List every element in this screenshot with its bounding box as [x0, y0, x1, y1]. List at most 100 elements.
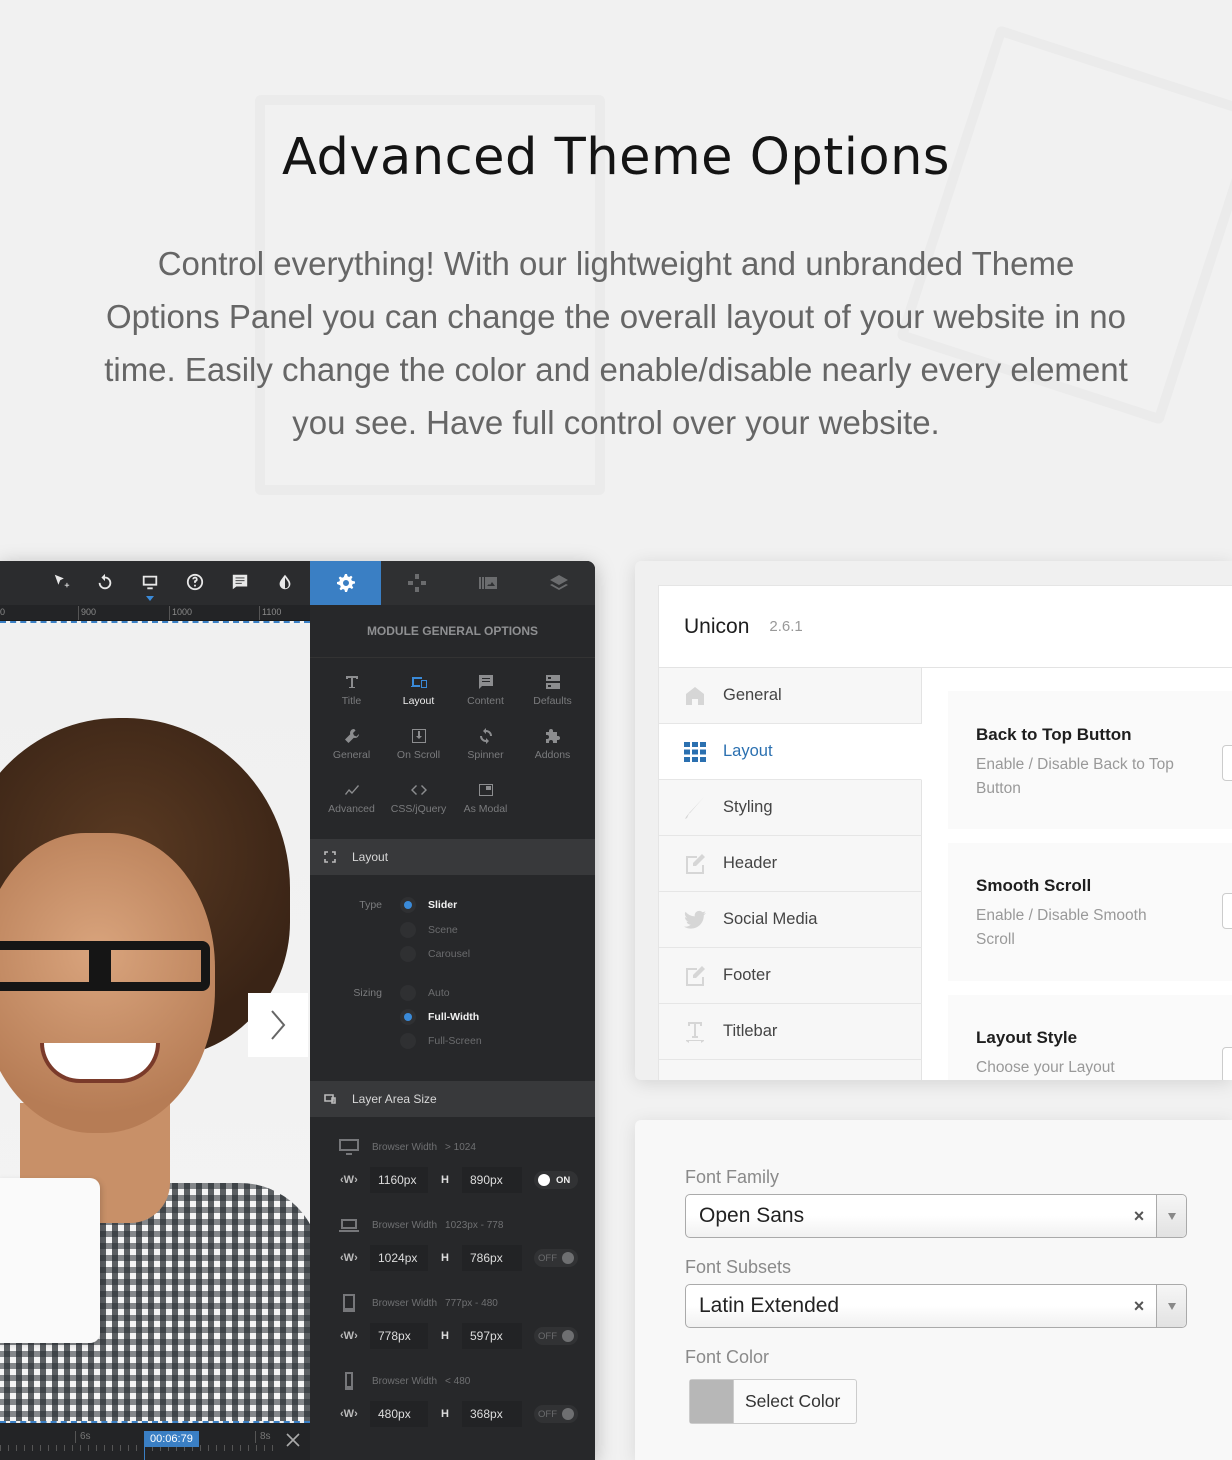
edit-icon	[686, 853, 705, 874]
section-layout[interactable]: Layout	[310, 839, 595, 875]
height-input[interactable]: 597px	[462, 1323, 522, 1349]
sidebar-item-general[interactable]: General	[659, 668, 922, 724]
undo-icon[interactable]	[95, 573, 115, 593]
theme-version: 2.6.1	[769, 618, 803, 635]
font-color-label: Font Color	[685, 1347, 770, 1367]
option-select[interactable]	[1222, 1047, 1232, 1080]
ruler-tick: 1100	[259, 606, 281, 620]
select-color-button[interactable]: Select Color	[689, 1379, 857, 1424]
dropdown-arrow-icon[interactable]	[1156, 1285, 1186, 1327]
sidebar-item-layout[interactable]: Layout	[659, 724, 922, 780]
module-as-modal[interactable]: As Modal	[452, 782, 519, 832]
module-advanced[interactable]: Advanced	[318, 782, 385, 832]
option-toggle[interactable]	[1222, 745, 1232, 781]
radio-type-carousel[interactable]: Carousel	[310, 946, 470, 962]
desktop-icon[interactable]	[140, 573, 160, 593]
module-options-panel: MODULE GENERAL OPTIONS Title Layout Cont…	[310, 605, 595, 1460]
tab-layers[interactable]	[524, 561, 595, 605]
chevron-right-icon	[271, 1010, 286, 1040]
tab-slides[interactable]	[453, 561, 524, 605]
sidebar-item-titlebar[interactable]: Titlebar	[659, 1004, 922, 1060]
radio-button[interactable]	[400, 985, 416, 1001]
toggle-switch[interactable]: OFF	[534, 1405, 578, 1423]
panel-title: MODULE GENERAL OPTIONS	[310, 605, 595, 658]
height-input[interactable]: 890px	[462, 1167, 522, 1193]
dimension-row-phone: ‹W› 480px H 368px OFF	[340, 1401, 578, 1427]
devices-icon	[324, 1094, 336, 1104]
module-grid: Title Layout Content Defaults General On…	[310, 658, 595, 832]
module-layout[interactable]: Layout	[385, 674, 452, 724]
font-family-select[interactable]: Open Sans ×	[685, 1194, 1187, 1238]
editor-toolbar	[0, 561, 310, 605]
module-title[interactable]: Title	[318, 674, 385, 724]
width-input[interactable]: 778px	[370, 1323, 428, 1349]
timeline-playhead[interactable]	[144, 1447, 145, 1460]
module-general[interactable]: General	[318, 728, 385, 778]
on-scroll-icon	[411, 729, 426, 743]
radio-button[interactable]	[400, 897, 416, 913]
sidebar-item-header[interactable]: Header	[659, 836, 922, 892]
desktop-icon	[339, 1139, 359, 1155]
tab-navigation[interactable]	[381, 561, 452, 605]
section-layer-area-size[interactable]: Layer Area Size	[310, 1081, 595, 1117]
sidebar-item-footer[interactable]: Footer	[659, 948, 922, 1004]
option-description: Enable / Disable Smooth Scroll	[976, 907, 1147, 948]
timeline[interactable]: 6s 8s 00:06:79	[0, 1423, 310, 1460]
dimension-row-tablet: ‹W› 778px H 597px OFF	[340, 1323, 578, 1349]
timeline-mark: 6s	[75, 1431, 91, 1443]
height-input[interactable]: 786px	[462, 1245, 522, 1271]
toggle-switch[interactable]: OFF	[534, 1327, 578, 1345]
theme-name: Unicon	[684, 614, 750, 638]
theme-options-window: Unicon 2.6.1 General Layout Styling Head…	[635, 561, 1232, 1080]
radio-button[interactable]	[400, 946, 416, 962]
phone-icon	[345, 1372, 353, 1390]
module-css-jquery[interactable]: CSS/jQuery	[385, 782, 452, 832]
help-icon[interactable]	[185, 573, 205, 593]
tab-settings[interactable]	[310, 561, 382, 605]
toggle-switch[interactable]: ON	[534, 1171, 578, 1189]
radio-button[interactable]	[400, 922, 416, 938]
slider-next-button[interactable]	[248, 993, 308, 1057]
radio-sizing-auto[interactable]: Sizing Auto	[310, 985, 450, 1001]
add-layer-icon[interactable]	[52, 573, 72, 593]
timeline-current-time[interactable]: 00:06:79	[144, 1431, 199, 1447]
title-icon	[345, 676, 358, 688]
module-content[interactable]: Content	[452, 674, 519, 724]
ruler-tick: 1000	[169, 606, 192, 620]
clear-icon[interactable]: ×	[1122, 1206, 1156, 1227]
width-input[interactable]: 1160px	[370, 1167, 428, 1193]
radio-type-slider[interactable]: Type Slider	[310, 897, 457, 913]
option-toggle[interactable]	[1222, 893, 1232, 929]
close-icon[interactable]	[284, 1431, 302, 1449]
sidebar-item-styling[interactable]: Styling	[659, 780, 922, 836]
radio-sizing-full-width[interactable]: Full-Width	[310, 1009, 479, 1025]
sidebar-item-more[interactable]	[659, 1060, 922, 1080]
module-addons[interactable]: Addons	[519, 728, 586, 778]
text-width-icon	[686, 1021, 704, 1043]
slide-canvas[interactable]	[0, 621, 310, 1423]
radio-type-scene[interactable]: Scene	[310, 922, 458, 938]
content-icon	[478, 675, 493, 689]
height-input[interactable]: 368px	[462, 1401, 522, 1427]
brush-icon	[685, 796, 704, 819]
module-on-scroll[interactable]: On Scroll	[385, 728, 452, 778]
module-defaults[interactable]: Defaults	[519, 674, 586, 724]
module-spinner[interactable]: Spinner	[452, 728, 519, 778]
ruler-tick: 0	[0, 607, 6, 617]
radio-button[interactable]	[400, 1033, 416, 1049]
radio-button[interactable]	[400, 1009, 416, 1025]
sidebar-item-social-media[interactable]: Social Media	[659, 892, 922, 948]
clear-icon[interactable]: ×	[1122, 1296, 1156, 1317]
radio-sizing-full-screen[interactable]: Full-Screen	[310, 1033, 482, 1049]
browser-width-tablet: Browser Width 777px - 480	[338, 1294, 498, 1312]
dimension-row-desktop: ‹W› 1160px H 890px ON	[340, 1167, 578, 1193]
photo-glasses	[0, 941, 210, 991]
toggle-switch[interactable]: OFF	[534, 1249, 578, 1267]
width-input[interactable]: 1024px	[370, 1245, 428, 1271]
hero-title: Advanced Theme Options	[281, 128, 951, 187]
font-subsets-select[interactable]: Latin Extended ×	[685, 1284, 1187, 1328]
dropdown-arrow-icon[interactable]	[1156, 1195, 1186, 1237]
contrast-icon[interactable]	[275, 573, 295, 593]
comment-icon[interactable]	[230, 573, 250, 593]
width-input[interactable]: 480px	[370, 1401, 428, 1427]
